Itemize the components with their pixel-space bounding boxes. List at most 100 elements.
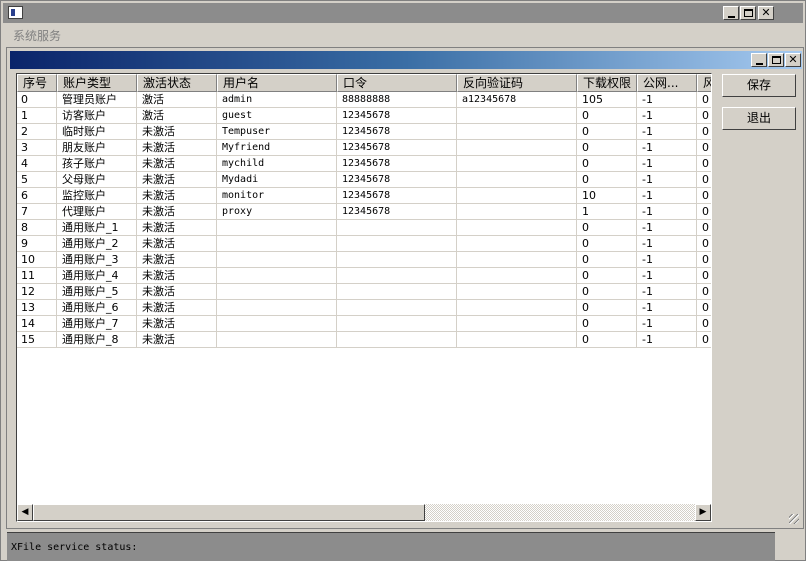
cell-col-status[interactable]: 未激活 [137,252,217,268]
cell-col-username[interactable]: mychild [217,156,337,172]
cell-col-download[interactable]: 0 [577,300,637,316]
cell-col-download[interactable]: 0 [577,316,637,332]
cell-col-extra[interactable]: 0 [697,204,711,220]
header-col-download[interactable]: 下载权限 [577,74,637,92]
cell-col-public-net[interactable]: -1 [637,332,697,348]
header-col-public-net[interactable]: 公网... [637,74,697,92]
cell-col-index[interactable]: 1 [17,108,57,124]
cell-col-password[interactable]: 12345678 [337,172,457,188]
header-col-status[interactable]: 激活状态 [137,74,217,92]
cell-col-index[interactable]: 11 [17,268,57,284]
child-maximize-button[interactable] [768,53,784,67]
cell-col-public-net[interactable]: -1 [637,268,697,284]
cell-col-username[interactable] [217,284,337,300]
cell-col-reverse-code[interactable] [457,284,577,300]
cell-col-extra[interactable]: 0 [697,156,711,172]
cell-col-account-type[interactable]: 通用账户_8 [57,332,137,348]
cell-col-public-net[interactable]: -1 [637,300,697,316]
cell-col-status[interactable]: 激活 [137,92,217,108]
cell-col-account-type[interactable]: 通用账户_1 [57,220,137,236]
cell-col-extra[interactable]: 0 [697,268,711,284]
cell-col-extra[interactable]: 0 [697,172,711,188]
cell-col-reverse-code[interactable] [457,108,577,124]
cell-col-public-net[interactable]: -1 [637,124,697,140]
cell-col-public-net[interactable]: -1 [637,140,697,156]
cell-col-status[interactable]: 未激活 [137,188,217,204]
cell-col-status[interactable]: 未激活 [137,172,217,188]
table-row[interactable]: 12 通用账户_5 未激活 0 -1 0 [17,284,711,300]
cell-col-index[interactable]: 8 [17,220,57,236]
cell-col-username[interactable]: guest [217,108,337,124]
cell-col-reverse-code[interactable] [457,268,577,284]
cell-col-download[interactable]: 0 [577,252,637,268]
cell-col-password[interactable] [337,220,457,236]
cell-col-public-net[interactable]: -1 [637,188,697,204]
cell-col-password[interactable]: 12345678 [337,204,457,220]
header-col-extra[interactable]: 风 [697,74,711,92]
cell-col-status[interactable]: 未激活 [137,156,217,172]
cell-col-index[interactable]: 3 [17,140,57,156]
cell-col-account-type[interactable]: 朋友账户 [57,140,137,156]
cell-col-reverse-code[interactable] [457,220,577,236]
cell-col-username[interactable] [217,300,337,316]
cell-col-extra[interactable]: 0 [697,108,711,124]
cell-col-password[interactable] [337,236,457,252]
cell-col-index[interactable]: 12 [17,284,57,300]
cell-col-public-net[interactable]: -1 [637,172,697,188]
cell-col-reverse-code[interactable] [457,300,577,316]
table-row[interactable]: 0 管理员账户 激活 admin 88888888 a12345678 105 -1 0 [17,92,711,108]
cell-col-account-type[interactable]: 通用账户_7 [57,316,137,332]
cell-col-password[interactable] [337,268,457,284]
cell-col-account-type[interactable]: 通用账户_6 [57,300,137,316]
cell-col-password[interactable]: 12345678 [337,188,457,204]
main-titlebar[interactable]: ✕ [3,3,803,23]
table-row[interactable]: 5 父母账户 未激活 Mydadi 12345678 0 -1 0 [17,172,711,188]
cell-col-download[interactable]: 0 [577,332,637,348]
cell-col-password[interactable]: 12345678 [337,140,457,156]
cell-col-status[interactable]: 未激活 [137,124,217,140]
cell-col-reverse-code[interactable] [457,252,577,268]
cell-col-password[interactable] [337,284,457,300]
header-col-password[interactable]: 口令 [337,74,457,92]
cell-col-username[interactable] [217,316,337,332]
cell-col-download[interactable]: 1 [577,204,637,220]
cell-col-extra[interactable]: 0 [697,140,711,156]
cell-col-index[interactable]: 13 [17,300,57,316]
cell-col-reverse-code[interactable] [457,156,577,172]
cell-col-status[interactable]: 未激活 [137,220,217,236]
resize-grip-icon[interactable] [789,514,799,524]
cell-col-download[interactable]: 105 [577,92,637,108]
cell-col-status[interactable]: 未激活 [137,204,217,220]
cell-col-public-net[interactable]: -1 [637,108,697,124]
table-row[interactable]: 2 临时账户 未激活 Tempuser 12345678 0 -1 0 [17,124,711,140]
cell-col-password[interactable]: 12345678 [337,124,457,140]
cell-col-reverse-code[interactable] [457,188,577,204]
cell-col-index[interactable]: 9 [17,236,57,252]
cell-col-username[interactable] [217,252,337,268]
cell-col-public-net[interactable]: -1 [637,156,697,172]
menu-system-service[interactable]: 系统服务 [13,27,61,44]
table-row[interactable]: 4 孩子账户 未激活 mychild 12345678 0 -1 0 [17,156,711,172]
maximize-button[interactable] [740,6,756,20]
cell-col-status[interactable]: 未激活 [137,284,217,300]
cell-col-public-net[interactable]: -1 [637,204,697,220]
scroll-thumb[interactable] [33,504,425,521]
cell-col-username[interactable] [217,332,337,348]
table-row[interactable]: 14 通用账户_7 未激活 0 -1 0 [17,316,711,332]
cell-col-extra[interactable]: 0 [697,300,711,316]
cell-col-reverse-code[interactable] [457,140,577,156]
scroll-right-button[interactable]: ▶ [695,504,711,521]
cell-col-status[interactable]: 未激活 [137,140,217,156]
cell-col-account-type[interactable]: 孩子账户 [57,156,137,172]
cell-col-account-type[interactable]: 通用账户_3 [57,252,137,268]
cell-col-status[interactable]: 未激活 [137,332,217,348]
cell-col-public-net[interactable]: -1 [637,252,697,268]
cell-col-extra[interactable]: 0 [697,284,711,300]
cell-col-username[interactable]: proxy [217,204,337,220]
cell-col-status[interactable]: 未激活 [137,300,217,316]
cell-col-public-net[interactable]: -1 [637,236,697,252]
cell-col-extra[interactable]: 0 [697,92,711,108]
minimize-button[interactable] [723,6,739,20]
cell-col-index[interactable]: 15 [17,332,57,348]
cell-col-public-net[interactable]: -1 [637,92,697,108]
